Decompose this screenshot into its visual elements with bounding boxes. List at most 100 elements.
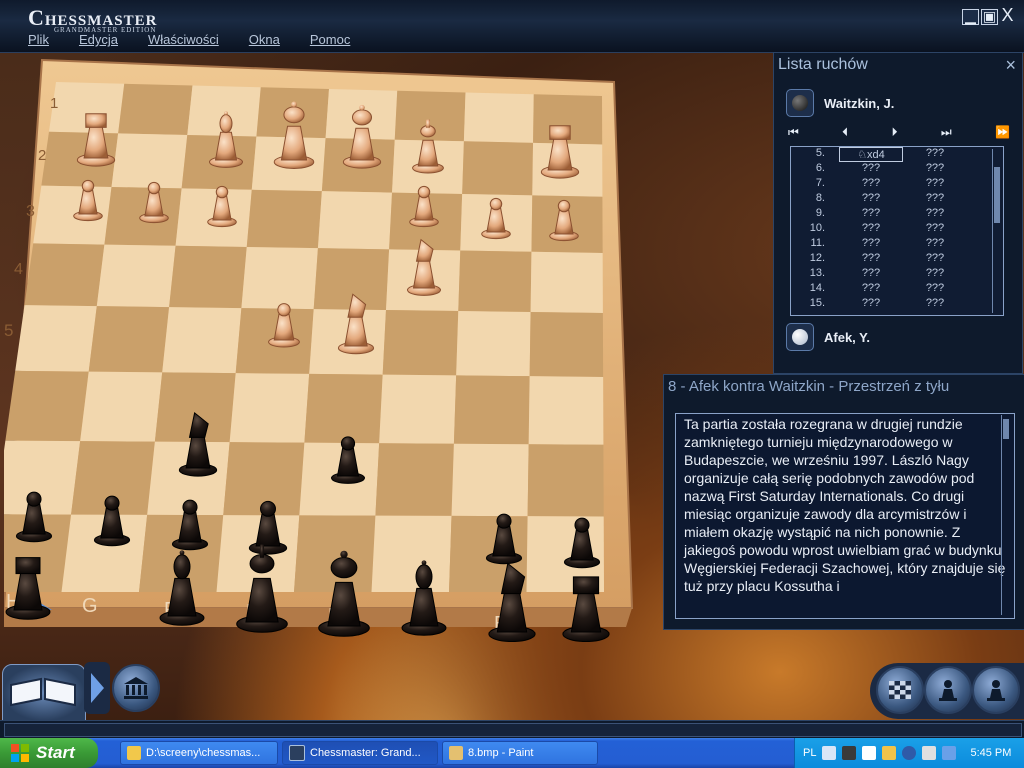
description-scrollbar[interactable] bbox=[1001, 415, 1010, 615]
chess-board-3d[interactable]: 1 2 3 4 5 H G F E D C B A bbox=[4, 52, 664, 642]
museum-button[interactable] bbox=[112, 664, 160, 712]
board-square[interactable] bbox=[80, 371, 163, 442]
move-row[interactable]: 12.?????? bbox=[791, 252, 1003, 267]
black-move[interactable]: ??? bbox=[903, 192, 967, 207]
board-square[interactable] bbox=[379, 374, 457, 444]
prev-move-button[interactable]: ⏴ bbox=[842, 125, 848, 140]
network-icon[interactable] bbox=[902, 746, 917, 760]
move-row[interactable]: 10.?????? bbox=[791, 222, 1003, 237]
white-move[interactable]: ??? bbox=[839, 177, 903, 192]
monitor-icon[interactable] bbox=[922, 746, 937, 760]
board-square[interactable] bbox=[5, 370, 89, 442]
board-square[interactable] bbox=[528, 376, 604, 445]
board-square[interactable] bbox=[529, 312, 604, 377]
board-square[interactable] bbox=[118, 83, 193, 135]
description-scroll-thumb[interactable] bbox=[1003, 419, 1009, 439]
move-row[interactable]: 15.?????? bbox=[791, 297, 1003, 312]
moves-scrollbar[interactable] bbox=[992, 149, 1001, 313]
keyboard-icon[interactable] bbox=[822, 746, 837, 760]
start-button[interactable]: Start bbox=[0, 738, 98, 768]
move-list-close-button[interactable]: × bbox=[1005, 55, 1016, 76]
volume-icon[interactable] bbox=[942, 746, 957, 760]
white-move[interactable]: ??? bbox=[839, 207, 903, 222]
black-move[interactable]: ??? bbox=[903, 162, 967, 177]
menu-windows[interactable]: Okna bbox=[249, 32, 280, 47]
board-square[interactable] bbox=[229, 373, 310, 443]
board-square[interactable] bbox=[294, 515, 376, 592]
board-square[interactable] bbox=[169, 245, 247, 309]
move-row[interactable]: 11.?????? bbox=[791, 237, 1003, 252]
task-explorer[interactable]: D:\screeny\chessmas... bbox=[120, 741, 278, 765]
board-square[interactable] bbox=[241, 246, 318, 310]
next-panel-button[interactable] bbox=[84, 662, 110, 714]
next-move-button[interactable]: ⏭ bbox=[941, 125, 952, 140]
menu-file[interactable]: Plik bbox=[28, 32, 49, 47]
black-move[interactable]: ??? bbox=[903, 147, 967, 162]
black-move[interactable]: ??? bbox=[903, 282, 967, 297]
help-icon[interactable] bbox=[862, 746, 877, 760]
task-chessmaster[interactable]: Chessmaster: Grand... bbox=[282, 741, 438, 765]
black-move[interactable]: ??? bbox=[903, 207, 967, 222]
maximize-button[interactable]: ▣ bbox=[981, 9, 998, 25]
board-square[interactable] bbox=[304, 373, 383, 444]
board-square[interactable] bbox=[382, 310, 459, 376]
board-square[interactable] bbox=[451, 443, 529, 517]
board-square[interactable] bbox=[15, 305, 97, 372]
move-row[interactable]: 13.?????? bbox=[791, 267, 1003, 282]
white-move[interactable]: ??? bbox=[839, 252, 903, 267]
white-move[interactable]: ??? bbox=[839, 222, 903, 237]
black-move[interactable]: ??? bbox=[903, 267, 967, 282]
board-square[interactable] bbox=[458, 250, 532, 313]
board-square[interactable] bbox=[527, 444, 604, 517]
menu-properties[interactable]: Właściwości bbox=[148, 32, 219, 47]
black-move[interactable]: ??? bbox=[903, 222, 967, 237]
white-move[interactable]: ??? bbox=[839, 297, 903, 312]
white-move[interactable]: ??? bbox=[839, 267, 903, 282]
white-move[interactable]: ??? bbox=[839, 237, 903, 252]
close-window-button[interactable]: X bbox=[1000, 6, 1015, 24]
menu-help[interactable]: Pomoc bbox=[310, 32, 350, 47]
opening-book-button[interactable] bbox=[2, 664, 86, 722]
moves-scroll-thumb[interactable] bbox=[994, 167, 1000, 223]
move-row[interactable]: 7.?????? bbox=[791, 177, 1003, 192]
security-icon[interactable] bbox=[882, 746, 897, 760]
menu-edit[interactable]: Edycja bbox=[79, 32, 118, 47]
white-move[interactable]: ??? bbox=[839, 162, 903, 177]
board-square[interactable] bbox=[530, 251, 603, 313]
moves-list[interactable]: 5. ♘xd4??? 6.?????? 7.?????? 8.?????? 9.?????… bbox=[790, 146, 1004, 316]
board-square[interactable] bbox=[453, 375, 530, 445]
board-square[interactable] bbox=[4, 440, 81, 515]
minimize-button[interactable]: ▁ bbox=[962, 9, 979, 25]
task-paint[interactable]: 8.bmp - Paint bbox=[442, 741, 598, 765]
last-move-button[interactable]: ⏩ bbox=[995, 125, 1010, 140]
board-square[interactable] bbox=[317, 191, 393, 250]
language-indicator[interactable]: PL bbox=[803, 747, 816, 759]
board-square[interactable] bbox=[375, 443, 454, 516]
white-side-button[interactable] bbox=[924, 666, 972, 714]
board-square[interactable] bbox=[162, 307, 242, 374]
board-square[interactable] bbox=[462, 141, 534, 196]
move-row[interactable]: 8.?????? bbox=[791, 192, 1003, 207]
board-view-button[interactable] bbox=[876, 666, 924, 714]
white-move[interactable]: ??? bbox=[839, 192, 903, 207]
board-square[interactable] bbox=[88, 306, 170, 373]
board-square[interactable] bbox=[463, 92, 534, 143]
board-square[interactable] bbox=[111, 133, 188, 189]
move-row[interactable]: 9.?????? bbox=[791, 207, 1003, 222]
first-move-button[interactable]: ⏮ bbox=[788, 125, 799, 140]
black-side-button[interactable] bbox=[972, 666, 1020, 714]
white-move[interactable]: ♘xd4 bbox=[839, 147, 903, 162]
move-row[interactable]: 5. ♘xd4??? bbox=[791, 147, 1003, 162]
move-row[interactable]: 14.?????? bbox=[791, 282, 1003, 297]
play-button[interactable]: ⏵ bbox=[892, 125, 898, 140]
black-move[interactable]: ??? bbox=[903, 297, 967, 312]
board-square[interactable] bbox=[246, 189, 322, 249]
clock[interactable]: 5:45 PM bbox=[970, 747, 1011, 759]
film-icon[interactable] bbox=[842, 746, 857, 760]
black-move[interactable]: ??? bbox=[903, 177, 967, 192]
move-row[interactable]: 6.?????? bbox=[791, 162, 1003, 177]
board-square[interactable] bbox=[24, 243, 105, 307]
black-move[interactable]: ??? bbox=[903, 237, 967, 252]
board-square[interactable] bbox=[96, 244, 176, 308]
white-move[interactable]: ??? bbox=[839, 282, 903, 297]
